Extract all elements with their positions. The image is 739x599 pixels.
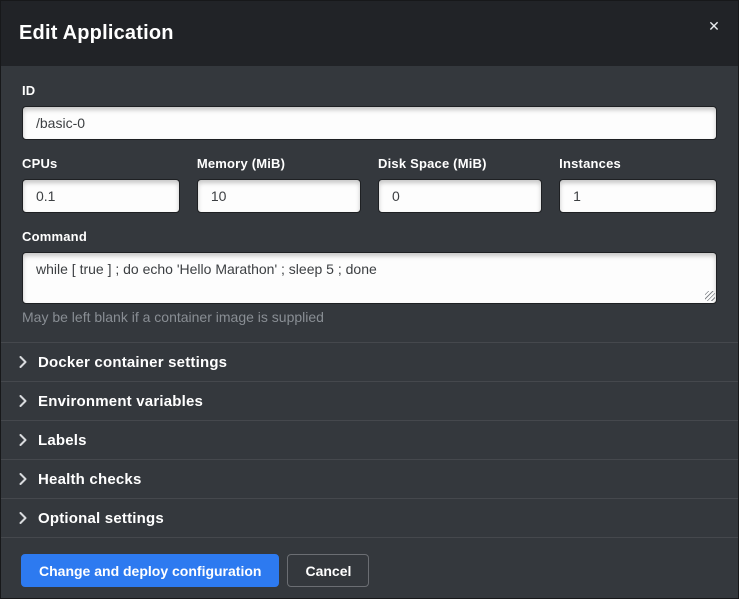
section-optional-settings[interactable]: Optional settings [1,498,738,537]
disk-field-group: Disk Space (MiB) [378,156,542,213]
chevron-right-icon [19,434,27,446]
section-label: Environment variables [38,393,203,410]
command-textarea[interactable]: while [ true ] ; do echo 'Hello Marathon… [22,252,717,304]
id-label: ID [22,83,717,98]
close-icon: ✕ [708,18,720,34]
memory-label: Memory (MiB) [197,156,361,171]
memory-field-group: Memory (MiB) [197,156,361,213]
section-health-checks[interactable]: Health checks [1,459,738,498]
modal-footer: Change and deploy configuration Cancel [1,538,738,599]
cancel-button[interactable]: Cancel [287,554,369,587]
spacer [1,325,738,342]
section-label: Optional settings [38,510,164,527]
edit-application-modal: Edit Application ✕ ID CPUs Memory (MiB) … [0,0,739,599]
id-input[interactable] [22,106,717,140]
id-field-group: ID [22,83,717,140]
cpus-input[interactable] [22,179,180,213]
section-label: Docker container settings [38,354,227,371]
section-docker-container-settings[interactable]: Docker container settings [1,342,738,381]
resources-row: CPUs Memory (MiB) Disk Space (MiB) Insta… [22,156,717,213]
chevron-right-icon [19,356,27,368]
command-textarea-wrap: while [ true ] ; do echo 'Hello Marathon… [22,252,717,304]
resize-grip-icon[interactable] [705,291,715,301]
section-label: Health checks [38,471,141,488]
instances-input[interactable] [559,179,717,213]
chevron-right-icon [19,473,27,485]
command-field-group: Command while [ true ] ; do echo 'Hello … [22,229,717,325]
chevron-right-icon [19,395,27,407]
command-label: Command [22,229,717,244]
chevron-right-icon [19,512,27,524]
memory-input[interactable] [197,179,361,213]
section-label: Labels [38,432,87,449]
command-help-text: May be left blank if a container image i… [22,309,717,325]
disk-label: Disk Space (MiB) [378,156,542,171]
instances-label: Instances [559,156,717,171]
modal-header: Edit Application ✕ [1,1,738,66]
section-environment-variables[interactable]: Environment variables [1,381,738,420]
modal-title: Edit Application [19,22,174,45]
disk-input[interactable] [378,179,542,213]
cpus-field-group: CPUs [22,156,180,213]
instances-field-group: Instances [559,156,717,213]
accordion-sections: Docker container settings Environment va… [1,342,738,538]
close-button[interactable]: ✕ [701,13,727,39]
change-and-deploy-button[interactable]: Change and deploy configuration [21,554,279,587]
section-labels[interactable]: Labels [1,420,738,459]
application-form: ID CPUs Memory (MiB) Disk Space (MiB) In… [1,66,738,325]
cpus-label: CPUs [22,156,180,171]
